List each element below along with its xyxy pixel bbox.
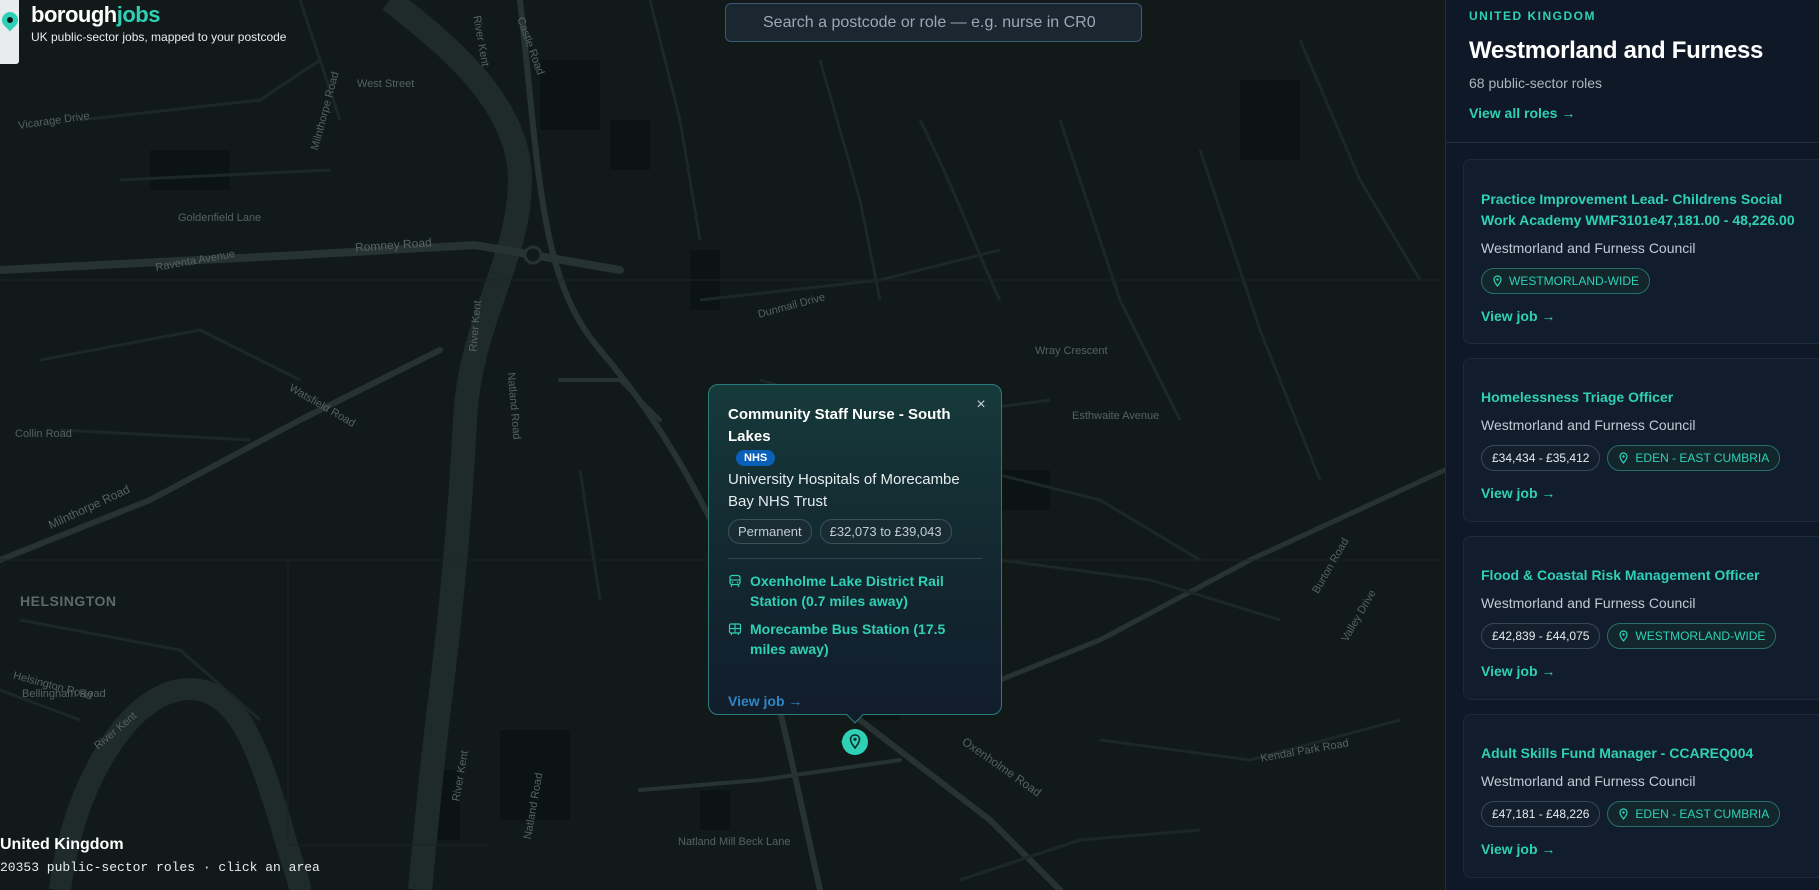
job-employer: Westmorland and Furness Council <box>1481 595 1696 611</box>
nhs-badge: NHS <box>736 450 776 466</box>
salary-tag: £42,839 - £44,075 <box>1481 623 1601 649</box>
station-text: Morecambe Bus Station (17.5 miles away) <box>750 621 946 657</box>
view-job-link[interactable]: View job → <box>1481 841 1555 857</box>
current-region: United Kingdom <box>0 836 124 853</box>
job-card[interactable]: Adult Skills Fund Manager - CCAREQ004 We… <box>1463 714 1819 878</box>
brand-tagline: UK public-sector jobs, mapped to your po… <box>31 30 287 44</box>
nearest-station: Morecambe Bus Station (17.5 miles away) <box>728 619 982 659</box>
location-pin-icon <box>1493 275 1502 287</box>
job-card[interactable]: Flood & Coastal Risk Management Officer … <box>1463 536 1819 700</box>
street-label: Bellingham Road <box>22 688 106 700</box>
logo-pin-icon <box>0 8 22 32</box>
country-label: UNITED KINGDOM <box>1469 9 1596 23</box>
train-icon <box>729 574 741 588</box>
contract-type-chip: Permanent <box>728 519 812 544</box>
street-label: Goldenfield Lane <box>178 212 262 224</box>
brand-name[interactable]: boroughjobs <box>31 4 286 26</box>
job-employer: Westmorland and Furness Council <box>1481 417 1696 433</box>
view-job-link[interactable]: View job → <box>1481 485 1555 501</box>
bus-icon <box>728 623 742 635</box>
job-marker[interactable] <box>838 726 870 758</box>
location-pin-icon <box>1619 630 1629 642</box>
location-tag: EDEN - EAST CUMBRIA <box>1607 801 1781 827</box>
location-text: EDEN - EAST CUMBRIA <box>1635 451 1770 465</box>
location-text: WESTMORLAND-WIDE <box>1509 274 1639 288</box>
job-title-link[interactable]: Adult Skills Fund Manager - CCAREQ004 <box>1481 743 1802 764</box>
job-employer: Westmorland and Furness Council <box>1481 773 1696 789</box>
location-text: EDEN - EAST CUMBRIA <box>1635 807 1770 821</box>
location-tag: WESTMORLAND-WIDE <box>1481 268 1650 294</box>
popup-divider <box>728 558 982 559</box>
app-root: River Kent Castle Road Milnthorpe Road W… <box>0 0 1819 890</box>
map-pin-icon <box>841 729 868 755</box>
street-label: Collin Road <box>15 428 72 440</box>
area-title: Westmorland and Furness <box>1469 37 1764 64</box>
salary-chip: £32,073 to £39,043 <box>819 519 952 544</box>
job-title-link[interactable]: Flood & Coastal Risk Management Officer <box>1481 565 1802 586</box>
search-box[interactable] <box>725 3 1142 42</box>
street-label: Natland Mill Beck Lane <box>678 836 791 848</box>
area-label: HELSINGTON <box>20 593 117 609</box>
location-text: WESTMORLAND-WIDE <box>1635 629 1766 643</box>
brand-header: boroughjobs UK public-sector jobs, mappe… <box>0 0 286 64</box>
job-popup: × Community Staff Nurse - South Lakes NH… <box>708 384 1002 724</box>
salary-tag: £34,434 - £35,412 <box>1481 445 1601 471</box>
location-pin-icon <box>1619 452 1629 464</box>
street-label: West Street <box>357 78 415 90</box>
roles-count-hint: 20353 public-sector roles · click an are… <box>0 860 320 875</box>
location-pin-icon <box>1619 808 1629 820</box>
brand-name-part2: jobs <box>116 2 161 27</box>
salary-tag: £47,181 - £48,226 <box>1481 801 1601 827</box>
job-title-link[interactable]: Practice Improvement Lead- Childrens Soc… <box>1481 189 1802 231</box>
job-employer: Westmorland and Furness Council <box>1481 240 1696 256</box>
job-card[interactable]: Homelessness Triage Officer Westmorland … <box>1463 358 1819 522</box>
location-tag: WESTMORLAND-WIDE <box>1607 623 1777 649</box>
nearest-station: Oxenholme Lake District Rail Station (0.… <box>728 571 982 611</box>
job-title-link[interactable]: Homelessness Triage Officer <box>1481 387 1802 408</box>
view-job-link[interactable]: View job → <box>1481 308 1555 324</box>
map-info: United Kingdom 20353 public-sector roles… <box>0 836 320 875</box>
station-text: Oxenholme Lake District Rail Station (0.… <box>750 573 944 609</box>
street-label: Esthwaite Avenue <box>1072 410 1160 422</box>
close-icon[interactable]: × <box>971 395 991 415</box>
street-label: Wray Crescent <box>1035 345 1108 357</box>
search-input[interactable] <box>763 13 1104 32</box>
area-roles-count: 68 public-sector roles <box>1469 75 1603 91</box>
logo[interactable] <box>0 0 22 64</box>
view-job-link[interactable]: View job → <box>1481 663 1555 679</box>
popup-job-title: Community Staff Nurse - South Lakes <box>728 406 951 445</box>
brand-name-part1: borough <box>31 2 117 27</box>
popup-employer: University Hospitals of Morecambe Bay NH… <box>728 471 960 510</box>
popup-view-job-link[interactable]: View job → <box>728 693 802 709</box>
sidebar-header: UNITED KINGDOM Westmorland and Furness 6… <box>1446 0 1819 143</box>
location-tag: EDEN - EAST CUMBRIA <box>1607 445 1781 471</box>
job-card[interactable]: Practice Improvement Lead- Childrens Soc… <box>1463 159 1819 344</box>
view-all-roles-link[interactable]: View all roles → <box>1469 105 1575 121</box>
